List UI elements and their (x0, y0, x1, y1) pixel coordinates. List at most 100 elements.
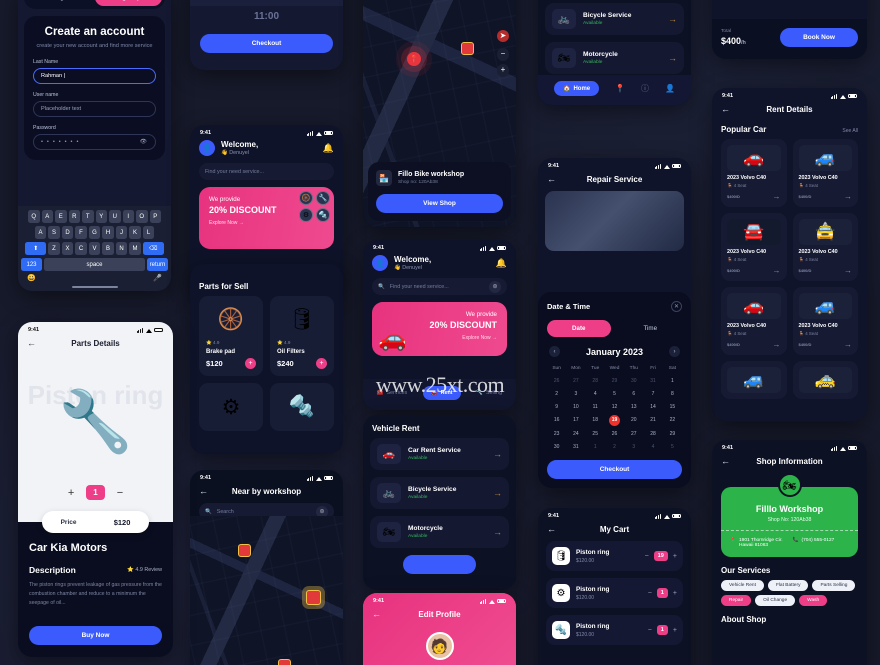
key-y[interactable]: Y (95, 210, 107, 223)
calendar-day[interactable]: 31 (566, 442, 585, 452)
search-input[interactable]: Find your need service... (199, 163, 334, 180)
segment-services[interactable]: 🧰 Services (377, 390, 407, 396)
calendar-day[interactable]: 29 (605, 376, 624, 386)
checkout-button[interactable]: Checkout (547, 460, 682, 479)
key-f[interactable]: F (75, 226, 87, 239)
arrow-right-icon[interactable]: → (773, 192, 781, 201)
tag-flat-battery[interactable]: Flat Battery (767, 580, 809, 591)
arrow-right-icon[interactable]: → (773, 340, 781, 349)
car-card[interactable]: 🚗 2023 Volvo C40 🪑 4 Seat $400/D → (721, 139, 787, 207)
calendar-day[interactable]: 28 (586, 376, 605, 386)
key-a2[interactable]: A (34, 226, 47, 239)
calendar-day[interactable]: 22 (663, 415, 682, 426)
part-card[interactable]: 🛢 ⭐ 4.9 Oil Filters $240 + (270, 296, 334, 376)
service-row-bicycle[interactable]: 🚲 Bicycle Service Available → (545, 3, 684, 35)
calendar-day[interactable]: 25 (586, 429, 605, 439)
calendar-day[interactable]: 3 (624, 442, 643, 452)
calendar-day[interactable]: 7 (643, 389, 662, 399)
calendar-day[interactable]: 30 (547, 442, 566, 452)
calendar-day[interactable]: 4 (643, 442, 662, 452)
calendar-day[interactable]: 4 (586, 389, 605, 399)
key-p[interactable]: P (149, 210, 161, 223)
arrow-right-icon[interactable]: → (844, 340, 852, 349)
key-d[interactable]: D (61, 226, 74, 239)
segment-selling[interactable]: 🔧 Selling (476, 390, 502, 396)
key-e[interactable]: E (55, 210, 67, 223)
decrease-button[interactable]: − (648, 590, 652, 597)
tab-login[interactable]: Login (27, 0, 95, 6)
key-v[interactable]: V (88, 242, 101, 255)
calendar-day[interactable]: 13 (624, 402, 643, 412)
tab-home[interactable]: 🏠 Home (553, 81, 600, 96)
tag-wash[interactable]: Wash (799, 595, 828, 606)
key-j[interactable]: J (115, 226, 128, 239)
car-card[interactable]: 🚙 2023 Volvo C40 🪑 4 Seat $400/D → (792, 287, 858, 355)
calendar-day[interactable]: 12 (605, 402, 624, 412)
arrow-right-icon[interactable]: → (493, 488, 502, 498)
calendar-day[interactable]: 1 (586, 442, 605, 452)
map-marker-shop-highlight[interactable] (306, 590, 321, 605)
person-icon[interactable]: 👤 (665, 84, 675, 93)
locate-button[interactable]: ➤ (497, 30, 509, 42)
key-g[interactable]: G (88, 226, 101, 239)
calendar-day[interactable]: 6 (624, 389, 643, 399)
car-card[interactable]: 🚕 (792, 361, 858, 399)
service-row-motorcycle[interactable]: 🏍 Motorcycle Available → (545, 42, 684, 74)
calendar-day[interactable]: 1 (663, 376, 682, 386)
map-marker-current-location[interactable]: 📍 (407, 52, 421, 66)
back-button[interactable]: ← (27, 339, 36, 348)
return-key[interactable]: return (147, 258, 168, 271)
calendar-day[interactable]: 21 (643, 415, 662, 426)
map-container[interactable] (190, 516, 343, 665)
arrow-right-icon[interactable]: → (844, 192, 852, 201)
key-r[interactable]: R (68, 210, 80, 223)
calendar-day[interactable]: 26 (547, 376, 566, 386)
decrease-button[interactable]: − (117, 487, 123, 499)
calendar-day[interactable]: 23 (547, 429, 566, 439)
increase-button[interactable]: + (673, 627, 677, 634)
calendar-day[interactable]: 18 (586, 415, 605, 426)
increase-button[interactable]: + (673, 553, 677, 560)
key-i[interactable]: I (122, 210, 134, 223)
key-k[interactable]: K (129, 226, 141, 239)
filter-icon[interactable]: ⊛ (489, 280, 501, 293)
decrease-button[interactable]: − (648, 627, 652, 634)
back-button[interactable]: ← (199, 487, 208, 496)
key-q[interactable]: Q (28, 210, 40, 223)
add-to-cart-button[interactable]: + (245, 358, 256, 369)
checkout-button[interactable]: Checkout (200, 34, 333, 53)
calendar-day[interactable]: 26 (605, 429, 624, 439)
mic-icon[interactable]: 🎤 (153, 274, 162, 282)
book-now-button[interactable]: Book Now (780, 28, 858, 47)
calendar-day[interactable]: 16 (547, 415, 566, 426)
calendar-day[interactable]: 8 (663, 389, 682, 399)
next-month-button[interactable]: › (668, 346, 680, 357)
add-to-cart-button[interactable]: + (316, 358, 327, 369)
key-l[interactable]: L (142, 226, 155, 239)
arrow-right-icon[interactable]: → (493, 527, 502, 537)
part-card[interactable]: 🔩 (270, 383, 334, 431)
increase-button[interactable]: + (673, 590, 677, 597)
arrow-right-icon[interactable]: → (844, 266, 852, 275)
time-option-3[interactable]: 11:00 (190, 6, 343, 27)
numbers-key[interactable]: 123 (21, 258, 42, 271)
increase-button[interactable]: + (68, 487, 74, 499)
emoji-icon[interactable]: 😀 (27, 274, 36, 282)
calendar-day[interactable]: 11 (586, 402, 605, 412)
back-button[interactable]: ← (372, 610, 381, 619)
key-s[interactable]: S (48, 226, 60, 239)
calendar-day[interactable]: 2 (605, 442, 624, 452)
eye-off-icon[interactable]: 👁 (140, 139, 148, 145)
promo-banner[interactable]: 🚗 We provide 20% DISCOUNT Explore Now → (372, 302, 507, 356)
close-icon[interactable]: ✕ (671, 301, 682, 312)
calendar-day[interactable]: 5 (663, 442, 682, 452)
tag-vehicle-rent[interactable]: Vehicle Rent (721, 580, 764, 591)
map-marker-shop-1[interactable] (238, 544, 251, 557)
search-input[interactable]: 🔍 Find your need service... ⊛ (372, 278, 507, 295)
calendar-day[interactable]: 20 (624, 415, 643, 426)
car-card[interactable]: 🚘 2023 Volvo C40 🪑 4 Seat $400/D → (721, 213, 787, 281)
key-c[interactable]: C (75, 242, 87, 255)
key-b[interactable]: B (102, 242, 114, 255)
avatar[interactable]: 👤 (372, 255, 388, 271)
calendar-day[interactable]: 29 (663, 429, 682, 439)
